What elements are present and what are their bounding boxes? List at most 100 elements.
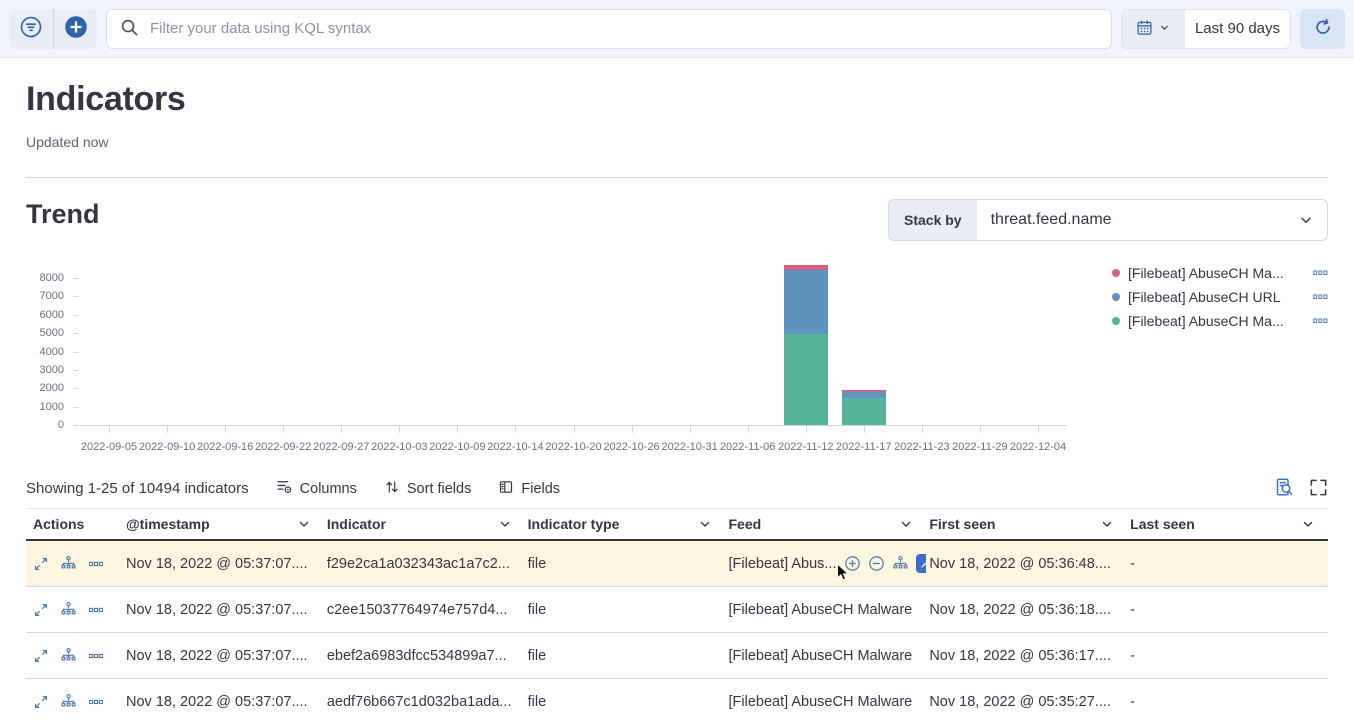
chevron-down-icon — [1158, 21, 1171, 37]
column-actions-chevron-icon[interactable] — [697, 516, 713, 532]
fields-button[interactable]: Fields — [498, 479, 560, 499]
column-actions-chevron-icon[interactable] — [296, 516, 312, 532]
chart-legend: [Filebeat] AbuseCH Ma...[Filebeat] Abuse… — [1112, 261, 1328, 333]
legend-actions-button[interactable] — [1313, 317, 1328, 325]
y-axis-label: 4000 — [26, 345, 64, 359]
x-axis-tick — [864, 426, 865, 433]
table-row[interactable]: Nov 18, 2022 @ 05:37:07....ebef2a6983dfc… — [26, 633, 1328, 679]
legend-actions-button[interactable] — [1313, 293, 1328, 301]
column-header-label: Indicator type — [528, 516, 620, 532]
column-header-indicator-type[interactable]: Indicator type — [525, 509, 726, 539]
plus-circle-icon — [64, 15, 88, 42]
analyze-event-button[interactable] — [60, 555, 77, 572]
analyze-value-button[interactable] — [892, 555, 909, 572]
column-actions-chevron-icon[interactable] — [1300, 516, 1316, 532]
bar-segment-filebeat-abusech-ma[interactable] — [784, 334, 828, 425]
circle-plus-icon — [844, 555, 861, 572]
filter-list-icon — [20, 16, 42, 41]
y-axis-tick — [73, 296, 79, 297]
date-quick-select[interactable] — [1122, 10, 1185, 48]
open-details-button[interactable] — [33, 556, 49, 572]
section-divider — [26, 177, 1328, 178]
sort-fields-button[interactable]: Sort fields — [384, 479, 471, 499]
chevron-down-icon — [1297, 200, 1327, 240]
more-squares-icon — [88, 648, 104, 664]
saved-query-menu-button[interactable] — [9, 9, 53, 49]
row-actions-cell — [26, 555, 123, 572]
analyze-event-button[interactable] — [60, 693, 77, 710]
indicator-cell: f29e2ca1a032343ac1a7c2... — [324, 556, 525, 572]
bar-segment-filebeat-abusech-ma[interactable] — [842, 390, 886, 392]
refresh-button[interactable] — [1300, 9, 1345, 49]
x-axis-tick — [109, 426, 110, 433]
page-title: Indicators — [26, 80, 1328, 119]
last-seen-cell: - — [1127, 556, 1328, 572]
bar-segment-filebeat-abusech-url[interactable] — [842, 392, 886, 398]
y-axis-tick — [73, 425, 79, 426]
inspect-button[interactable] — [1274, 477, 1294, 500]
x-axis-tick — [225, 426, 226, 433]
bar-segment-filebeat-abusech-url[interactable] — [784, 270, 828, 334]
results-summary: Showing 1-25 of 10494 indicators — [26, 480, 249, 497]
column-header-last-seen[interactable]: Last seen — [1127, 509, 1328, 539]
open-details-button[interactable] — [33, 648, 49, 664]
x-axis-label: 2022-09-05 — [77, 441, 141, 453]
feed-cell: [Filebeat] AbuseCH Malware — [725, 694, 926, 710]
analyze-event-button[interactable] — [60, 601, 77, 618]
bar-segment-filebeat-abusech-ma[interactable] — [784, 265, 828, 270]
column-header-label: Last seen — [1130, 516, 1195, 532]
open-details-button[interactable] — [33, 602, 49, 618]
more-actions-button[interactable] — [88, 648, 104, 664]
y-axis-tick — [73, 388, 79, 389]
feed-value: [Filebeat] Abus... — [728, 556, 836, 572]
x-axis-label: 2022-10-09 — [425, 441, 489, 453]
column-header-actions: Actions — [26, 509, 123, 539]
first-seen-cell: Nov 18, 2022 @ 05:35:27.... — [926, 694, 1127, 710]
open-details-button[interactable] — [33, 694, 49, 710]
legend-item[interactable]: [Filebeat] AbuseCH Ma... — [1112, 261, 1328, 285]
legend-item[interactable]: [Filebeat] AbuseCH Ma... — [1112, 309, 1328, 333]
trend-header-row: Trend Stack by threat.feed.name — [26, 199, 1328, 243]
column-actions-chevron-icon[interactable] — [497, 516, 513, 532]
last-seen-cell: - — [1127, 648, 1328, 664]
column-header-first-seen[interactable]: First seen — [926, 509, 1127, 539]
column-header-label: First seen — [929, 516, 995, 532]
legend-actions-button[interactable] — [1313, 269, 1328, 277]
columns-button[interactable]: Columns — [276, 478, 357, 499]
fullscreen-button[interactable] — [1309, 478, 1328, 500]
add-to-timeline-button[interactable] — [916, 554, 927, 573]
first-seen-cell: Nov 18, 2022 @ 05:36:18.... — [926, 602, 1127, 618]
kql-query-input[interactable] — [150, 20, 1098, 37]
more-squares-icon — [1313, 317, 1328, 325]
legend-item[interactable]: [Filebeat] AbuseCH URL — [1112, 285, 1328, 309]
indicator-cell: c2ee15037764974e757d4... — [324, 602, 525, 618]
column-header-feed[interactable]: Feed — [725, 509, 926, 539]
table-row[interactable]: Nov 18, 2022 @ 05:37:07....aedf76b667c1d… — [26, 679, 1328, 721]
table-row[interactable]: Nov 18, 2022 @ 05:37:07....c2ee150377649… — [26, 587, 1328, 633]
table-row[interactable]: Nov 18, 2022 @ 05:37:07....f29e2ca1a0323… — [26, 541, 1328, 587]
analyze-event-button[interactable] — [60, 647, 77, 664]
row-actions-cell — [26, 693, 123, 710]
more-actions-button[interactable] — [88, 694, 104, 710]
column-actions-chevron-icon[interactable] — [1099, 516, 1115, 532]
column-header-indicator[interactable]: Indicator — [324, 509, 525, 539]
column-header-timestamp[interactable]: @timestamp — [123, 509, 324, 539]
y-axis-tick — [73, 370, 79, 371]
column-actions-chevron-icon[interactable] — [898, 516, 914, 532]
stack-by-value[interactable]: threat.feed.name — [977, 200, 1297, 240]
x-axis-tick — [922, 426, 923, 433]
kql-query-input-wrapper — [106, 9, 1112, 49]
date-range-picker[interactable]: Last 90 days — [1121, 9, 1291, 49]
stack-by-select[interactable]: Stack by threat.feed.name — [888, 199, 1328, 241]
date-range-value[interactable]: Last 90 days — [1185, 10, 1290, 48]
more-squares-icon — [88, 602, 104, 618]
add-filter-button[interactable] — [53, 9, 97, 49]
filter-out-value-button[interactable] — [868, 555, 885, 572]
x-axis-tick — [283, 426, 284, 433]
more-actions-button[interactable] — [88, 556, 104, 572]
x-axis-label: 2022-10-14 — [483, 441, 547, 453]
filter-for-value-button[interactable] — [844, 555, 861, 572]
x-axis-label: 2022-09-10 — [135, 441, 199, 453]
bar-segment-filebeat-abusech-ma[interactable] — [842, 398, 886, 425]
more-actions-button[interactable] — [88, 602, 104, 618]
